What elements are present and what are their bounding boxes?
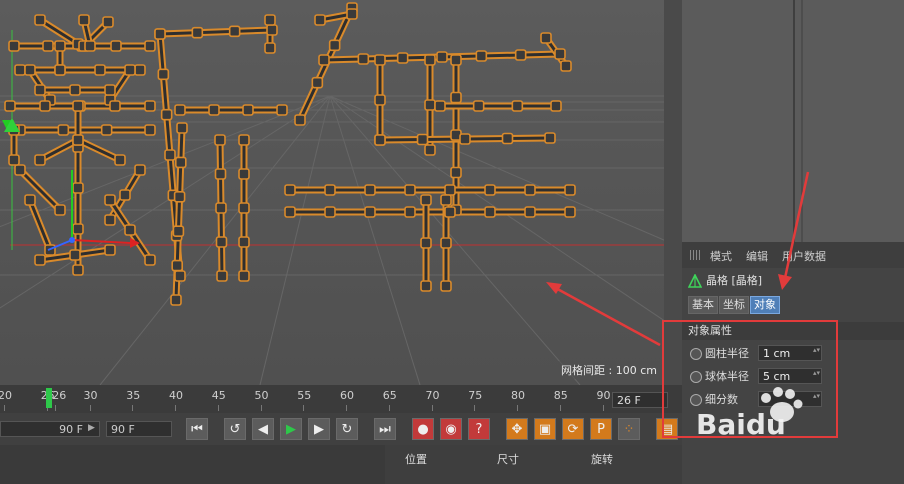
watermark-text: Baidu <box>696 408 786 438</box>
baidu-watermark: Baidu <box>696 387 803 438</box>
